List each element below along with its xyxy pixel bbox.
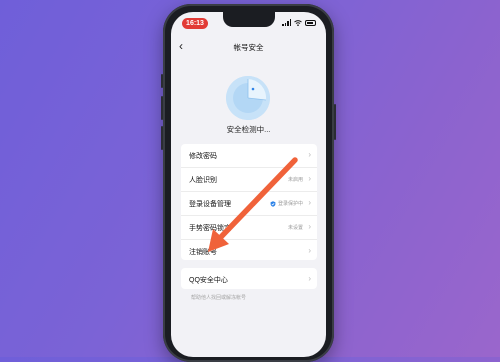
annotation-arrow-icon xyxy=(208,157,298,252)
